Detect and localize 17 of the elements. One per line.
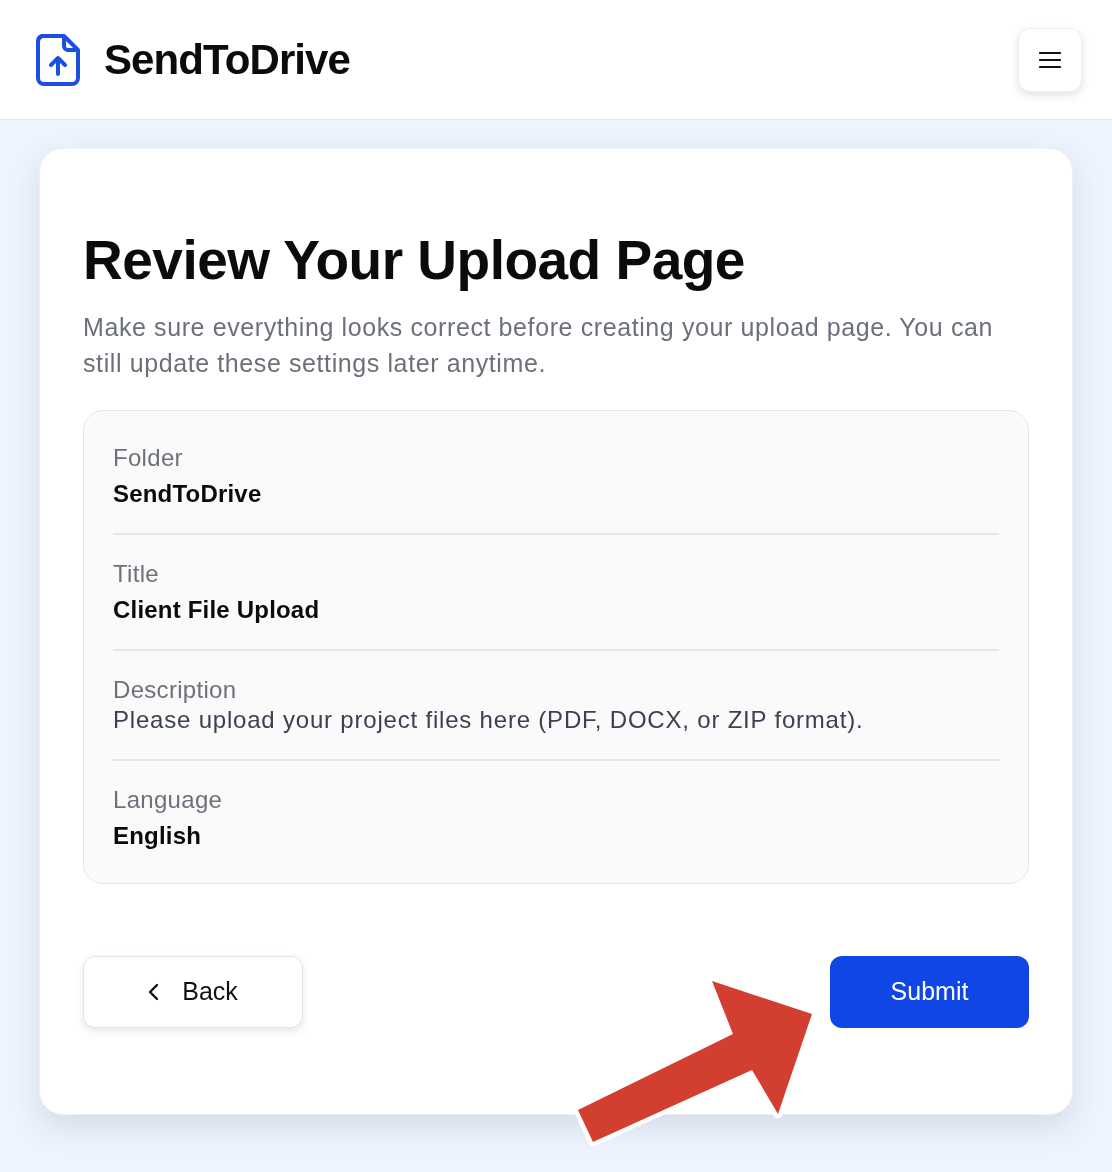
back-button[interactable]: Back — [83, 956, 303, 1028]
chevron-left-icon — [148, 983, 161, 1001]
field-value: Client File Upload — [113, 595, 321, 625]
field-value: English — [113, 821, 203, 851]
field-label: Description — [113, 675, 238, 705]
page-title: Review Your Upload Page — [83, 229, 746, 291]
field-label: Language — [113, 785, 224, 815]
brand-name: SendToDrive — [104, 38, 351, 81]
file-upload-logo-icon — [36, 33, 80, 86]
menu-button[interactable] — [1018, 27, 1082, 92]
page-subtitle: Make sure everything looks correct before creating your upload page. You can still update these settings later anytime. — [83, 312, 995, 379]
field-label: Folder — [113, 443, 184, 473]
field-label: Title — [113, 559, 160, 589]
field-value: Please upload your project files here (PDF, DOCX, or ZIP format). — [113, 705, 865, 735]
field-value: SendToDrive — [113, 479, 263, 509]
menu-icon — [1039, 50, 1061, 69]
submit-button[interactable]: Submit — [830, 956, 1029, 1028]
